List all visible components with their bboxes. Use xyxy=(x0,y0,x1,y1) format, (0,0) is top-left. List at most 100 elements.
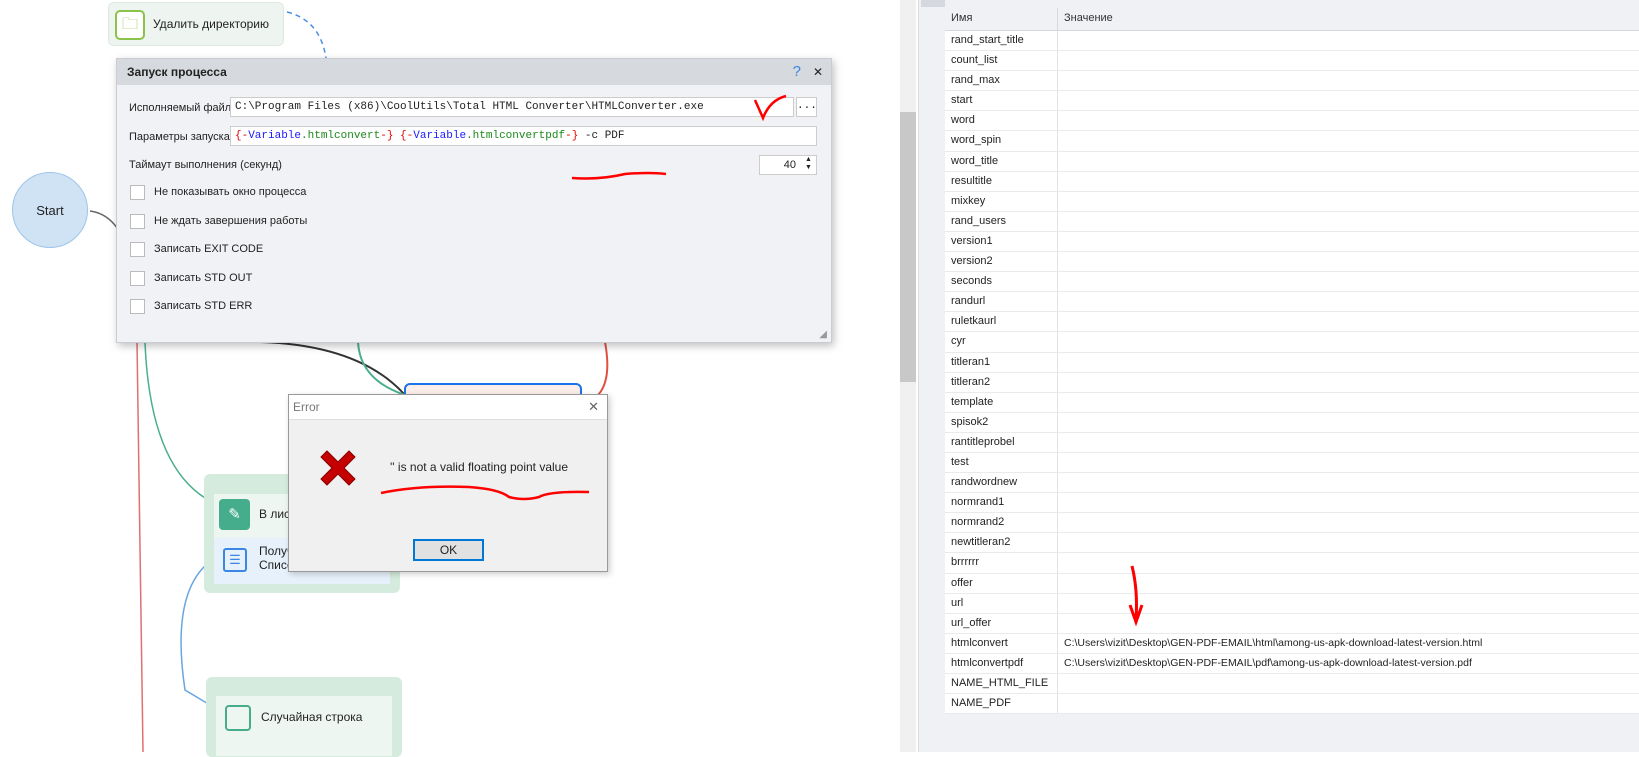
variable-name: titleran1 xyxy=(945,352,1058,372)
stepper-arrows-icon[interactable]: ▲ ▼ xyxy=(805,156,812,172)
table-row[interactable]: url xyxy=(945,593,1639,614)
variable-name: newtitleran2 xyxy=(945,533,1058,553)
table-row[interactable]: ruletkaurl xyxy=(945,312,1639,333)
table-row[interactable]: NAME_PDF xyxy=(945,694,1639,715)
variable-value[interactable] xyxy=(1058,493,1639,512)
variable-value[interactable] xyxy=(1058,674,1639,693)
variable-value[interactable]: C:\Users\vizit\Desktop\GEN-PDF-EMAIL\pdf… xyxy=(1058,654,1639,673)
table-row[interactable]: word_spin xyxy=(945,131,1639,152)
table-row[interactable]: resultitle xyxy=(945,171,1639,192)
variable-value[interactable] xyxy=(1058,312,1639,331)
table-row[interactable]: titleran1 xyxy=(945,352,1639,373)
variable-value[interactable] xyxy=(1058,272,1639,291)
variable-value[interactable] xyxy=(1058,192,1639,211)
table-row[interactable]: offer xyxy=(945,573,1639,594)
table-row[interactable]: count_list xyxy=(945,51,1639,72)
help-button[interactable]: ? xyxy=(793,63,801,80)
table-row[interactable]: titleran2 xyxy=(945,372,1639,393)
table-row[interactable]: normrand2 xyxy=(945,513,1639,534)
params-input[interactable]: {-Variable.htmlconvert-} {-Variable.html… xyxy=(230,126,817,146)
variable-value[interactable] xyxy=(1058,292,1639,311)
variable-value[interactable] xyxy=(1058,513,1639,532)
table-row[interactable]: version1 xyxy=(945,231,1639,253)
table-row[interactable]: word_title xyxy=(945,151,1639,172)
variable-value[interactable] xyxy=(1058,413,1639,432)
variable-value[interactable] xyxy=(1058,533,1639,552)
node-delete-directory[interactable]: 🗀 Удалить директорию xyxy=(108,2,284,46)
variable-value[interactable] xyxy=(1058,694,1639,713)
variable-value[interactable] xyxy=(1058,574,1639,593)
close-button[interactable]: ✕ xyxy=(588,399,599,415)
variable-value[interactable] xyxy=(1058,111,1639,130)
table-row[interactable]: NAME_HTML_FILE xyxy=(945,674,1639,695)
table-row[interactable]: mixkey xyxy=(945,191,1639,212)
table-row[interactable]: rand_start_title xyxy=(945,31,1639,52)
table-row[interactable]: brrrrrr xyxy=(945,553,1639,574)
table-row[interactable]: randwordnew xyxy=(945,473,1639,494)
checkbox[interactable] xyxy=(130,299,145,314)
variable-value[interactable] xyxy=(1058,433,1639,452)
variable-value[interactable] xyxy=(1058,91,1639,110)
variable-value[interactable] xyxy=(1058,353,1639,372)
table-row[interactable]: seconds xyxy=(945,272,1639,293)
table-row[interactable]: rand_users xyxy=(945,211,1639,232)
variable-value[interactable] xyxy=(1058,473,1639,492)
table-row[interactable]: spisok2 xyxy=(945,412,1639,433)
node-label: Случайная строка xyxy=(261,710,363,724)
start-node[interactable]: Start xyxy=(12,172,88,248)
table-row[interactable]: randurl xyxy=(945,292,1639,313)
variable-name: offer xyxy=(945,573,1058,593)
column-header-value[interactable]: Значение xyxy=(1058,8,1639,30)
variable-value[interactable] xyxy=(1058,453,1639,472)
variable-value[interactable] xyxy=(1058,232,1639,251)
browse-button[interactable]: ... xyxy=(796,97,817,117)
variable-value[interactable] xyxy=(1058,553,1639,572)
table-row[interactable]: htmlconvertpdf C:\Users\vizit\Desktop\GEN… xyxy=(945,653,1639,674)
scrollbar-thumb[interactable] xyxy=(900,112,916,382)
variable-value[interactable] xyxy=(1058,31,1639,50)
table-row[interactable]: url_offer xyxy=(945,613,1639,634)
variable-value[interactable] xyxy=(1058,373,1639,392)
folder-icon: 🗀 xyxy=(115,10,145,40)
error-message: '' is not a valid floating point value xyxy=(390,460,569,474)
resize-grip-icon[interactable]: ◢ xyxy=(819,329,827,340)
table-row[interactable]: template xyxy=(945,392,1639,413)
variable-value[interactable] xyxy=(1058,594,1639,613)
table-row[interactable]: rantitleprobel xyxy=(945,432,1639,453)
variable-value[interactable] xyxy=(1058,212,1639,231)
exe-path-input[interactable]: C:\Program Files (x86)\CoolUtils\Total H… xyxy=(230,97,794,117)
variable-name: test xyxy=(945,452,1058,473)
table-row[interactable]: start xyxy=(945,91,1639,112)
variable-value[interactable] xyxy=(1058,614,1639,633)
checkbox-label: Записать EXIT CODE xyxy=(154,243,264,255)
variable-value[interactable] xyxy=(1058,393,1639,412)
variable-name: start xyxy=(945,91,1058,111)
ok-button[interactable]: OK xyxy=(413,539,484,561)
variable-value[interactable] xyxy=(1058,51,1639,70)
table-row[interactable]: rand_max xyxy=(945,71,1639,92)
table-row[interactable]: word xyxy=(945,111,1639,132)
variable-value[interactable] xyxy=(1058,252,1639,271)
param-token: Variable xyxy=(248,130,302,142)
table-row[interactable]: version2 xyxy=(945,252,1639,273)
checkbox[interactable] xyxy=(130,185,145,200)
table-row[interactable]: newtitleran2 xyxy=(945,533,1639,554)
timeout-label: Таймаут выполнения (секунд) xyxy=(129,159,282,171)
checkbox[interactable] xyxy=(130,213,145,229)
variable-value[interactable] xyxy=(1058,332,1639,351)
variable-value[interactable] xyxy=(1058,131,1639,150)
node-group-random[interactable]: Случайная строка xyxy=(206,677,402,757)
close-button[interactable]: ✕ xyxy=(813,65,823,79)
checkbox[interactable] xyxy=(130,242,145,257)
table-row[interactable]: htmlconvert C:\Users\vizit\Desktop\GEN-PD… xyxy=(945,633,1639,654)
table-row[interactable]: test xyxy=(945,452,1639,474)
column-header-name[interactable]: Имя xyxy=(945,8,1058,30)
variable-value[interactable] xyxy=(1058,172,1639,191)
checkbox[interactable] xyxy=(130,270,145,286)
table-row[interactable]: normrand1 xyxy=(945,493,1639,514)
variable-value[interactable] xyxy=(1058,71,1639,90)
table-row[interactable]: cyr xyxy=(945,332,1639,353)
process-launch-dialog: Запуск процесса ? ✕ Исполняемый файл C:\… xyxy=(116,58,832,343)
variable-value[interactable] xyxy=(1058,152,1639,171)
variable-value[interactable]: C:\Users\vizit\Desktop\GEN-PDF-EMAIL\htm… xyxy=(1058,634,1639,653)
